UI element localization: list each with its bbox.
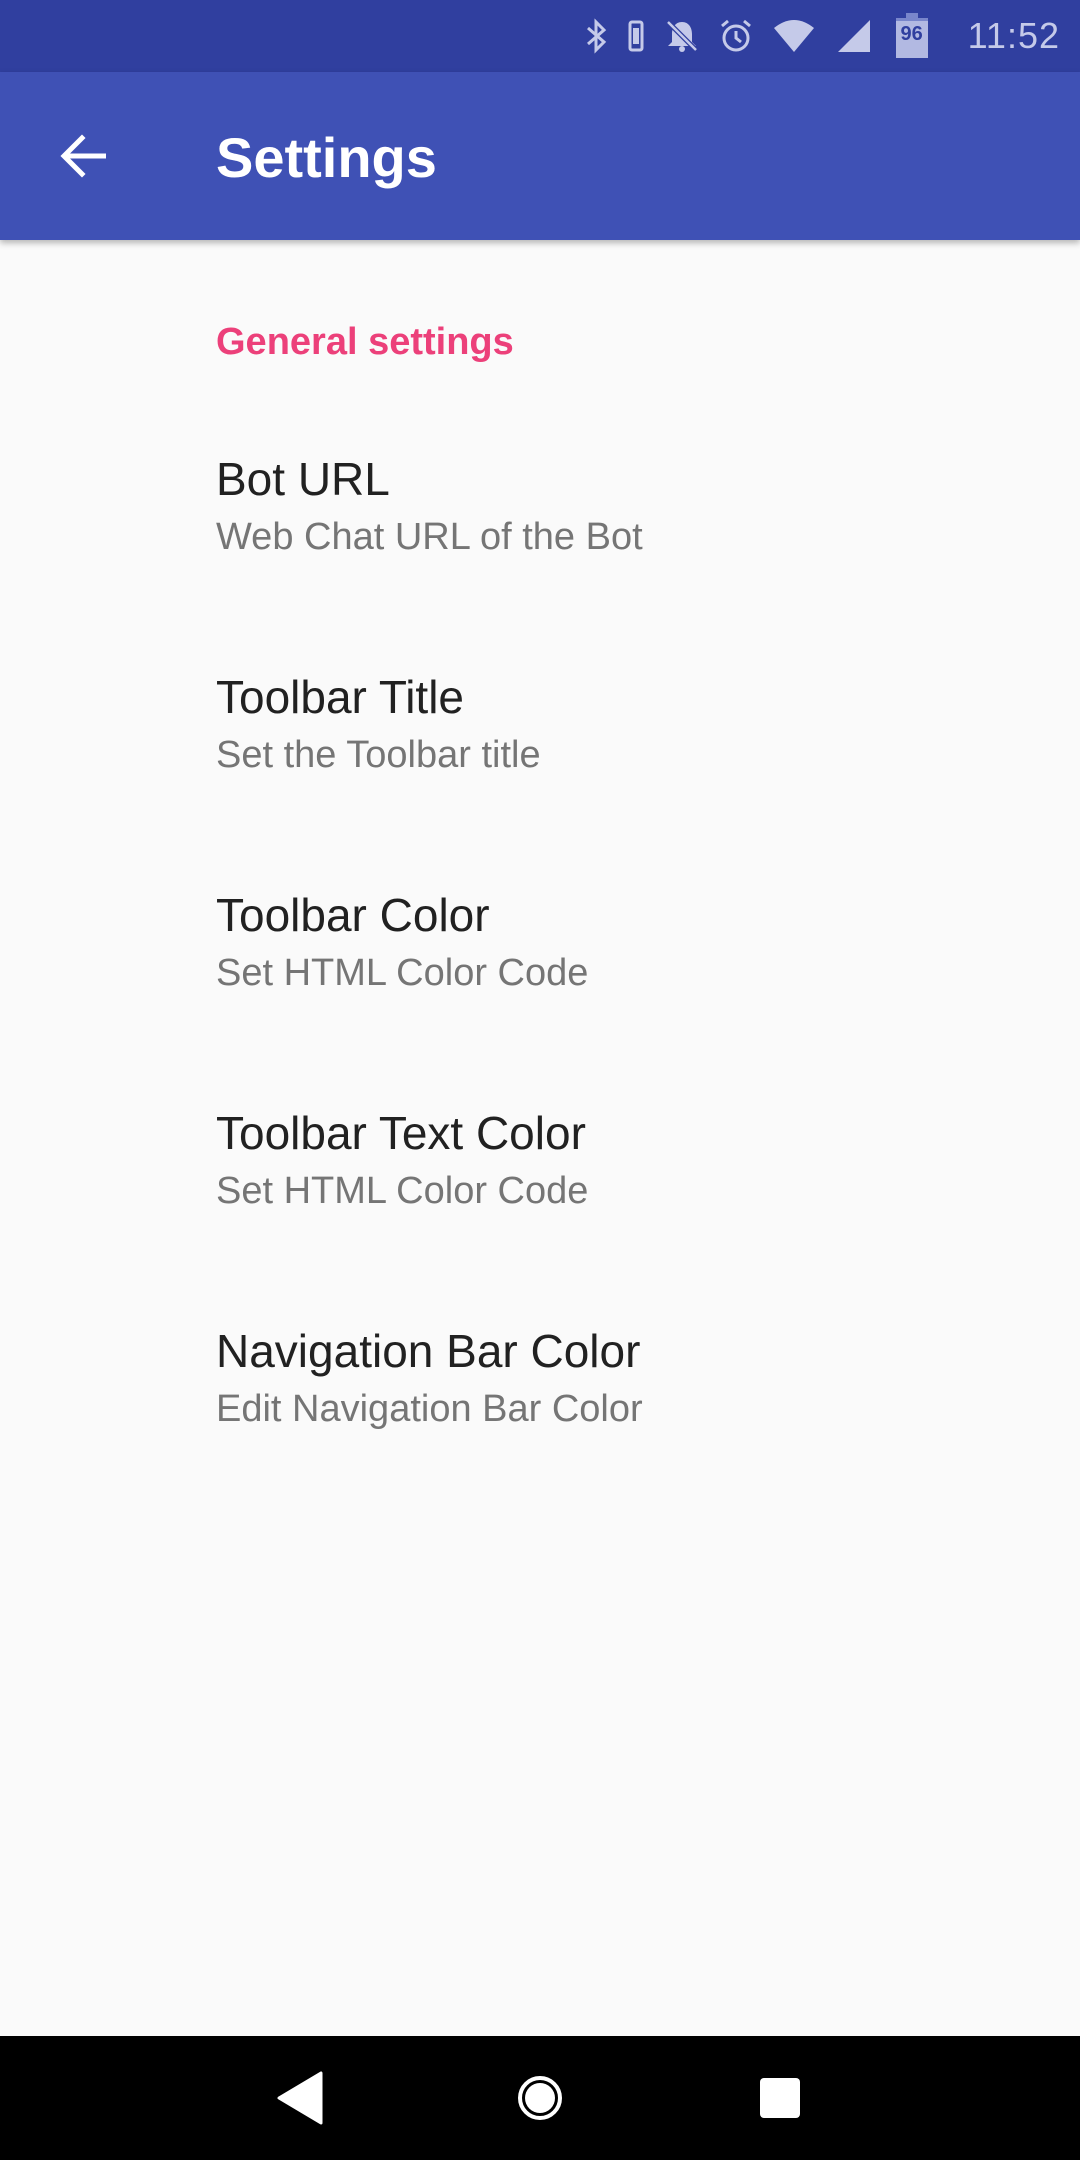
pref-toolbar-color[interactable]: Toolbar Color Set HTML Color Code	[0, 888, 1080, 1106]
vibrate-icon	[628, 20, 644, 52]
nav-home-button[interactable]	[500, 2058, 580, 2138]
home-icon	[518, 2076, 562, 2120]
back-button[interactable]	[40, 112, 128, 200]
pref-toolbar-title[interactable]: Toolbar Title Set the Toolbar title	[0, 670, 1080, 888]
battery-icon: 96	[892, 13, 932, 59]
notifications-off-icon	[665, 20, 698, 52]
pref-title: Toolbar Title	[216, 671, 465, 723]
pref-toolbar-text-color[interactable]: Toolbar Text Color Set HTML Color Code	[0, 1106, 1080, 1324]
nav-back-button[interactable]	[260, 2058, 340, 2138]
pref-summary: Set the Toolbar title	[216, 734, 541, 776]
page-title: Settings	[216, 126, 437, 189]
navigation-bar	[0, 2036, 1080, 2160]
wifi-icon	[773, 20, 814, 52]
recents-icon	[760, 2078, 800, 2118]
section-header: General settings	[216, 321, 514, 363]
pref-summary: Set HTML Color Code	[216, 1170, 589, 1212]
pref-summary: Edit Navigation Bar Color	[216, 1388, 643, 1430]
bluetooth-icon	[586, 18, 606, 54]
pref-navigation-bar-color[interactable]: Navigation Bar Color Edit Navigation Bar…	[0, 1324, 1080, 1542]
alarm-icon	[720, 19, 751, 52]
status-icons: 96 11:52	[586, 0, 1060, 72]
nav-recents-button[interactable]	[740, 2058, 820, 2138]
status-time: 11:52	[967, 15, 1060, 56]
pref-bot-url[interactable]: Bot URL Web Chat URL of the Bot	[0, 452, 1080, 670]
status-bar: 96 11:52	[0, 0, 1080, 72]
pref-title: Bot URL	[216, 453, 390, 505]
arrow-back-icon	[60, 134, 106, 178]
pref-summary: Set HTML Color Code	[216, 952, 589, 994]
pref-summary: Web Chat URL of the Bot	[216, 516, 643, 558]
pref-title: Toolbar Color	[216, 889, 490, 941]
pref-title: Navigation Bar Color	[216, 1325, 641, 1377]
pref-title: Toolbar Text Color	[216, 1107, 586, 1159]
back-icon	[277, 2071, 323, 2125]
battery-level: 96	[900, 23, 923, 45]
app-bar: Settings	[0, 72, 1080, 240]
cell-signal-icon	[837, 20, 870, 52]
